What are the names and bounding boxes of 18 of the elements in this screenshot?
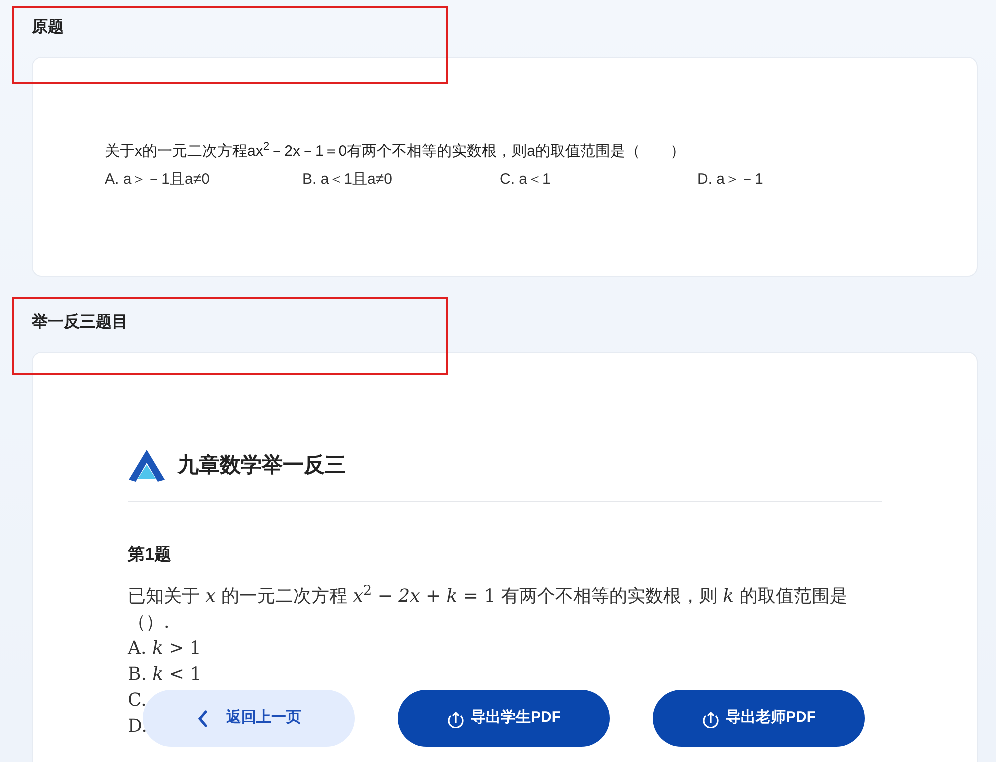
section-title: 原题 (32, 18, 65, 38)
export-pdf-button[interactable]: 导出学生PDF (398, 690, 610, 747)
answer-option: D. a＞－1 (698, 170, 895, 190)
answer-option: B. a＜1且a≠0 (302, 170, 500, 190)
triangle-logo-icon (128, 449, 166, 483)
chevron-left-icon (196, 710, 208, 728)
question-text: 已知关于 x 的一元二次方程 x$^{2}$ − 2x + k = 1 有两个不相等的实数根，则 k 的取值范围是（）. (128, 584, 849, 634)
answer-option: B. k < 1 (128, 662, 202, 688)
brand-title: 九章数学举一反三 (178, 452, 346, 480)
answer-option: A. a＞－1且a≠0 (105, 170, 302, 190)
export-pdf-button[interactable]: 导出老师PDF (653, 690, 865, 747)
question-text: 关于x的一元二次方程ax$^{2}$－2x－1＝0有两个不相等的实数根，则a的取值范围是（ ） (105, 142, 686, 162)
upload-icon (702, 710, 720, 728)
answer-option: C. a＜1 (500, 170, 698, 190)
problem-title: 第1题 (128, 544, 172, 566)
answer-option: A. k > 1 (128, 636, 202, 662)
upload-icon (447, 710, 465, 728)
section-title: 举一反三题目 (32, 313, 129, 333)
